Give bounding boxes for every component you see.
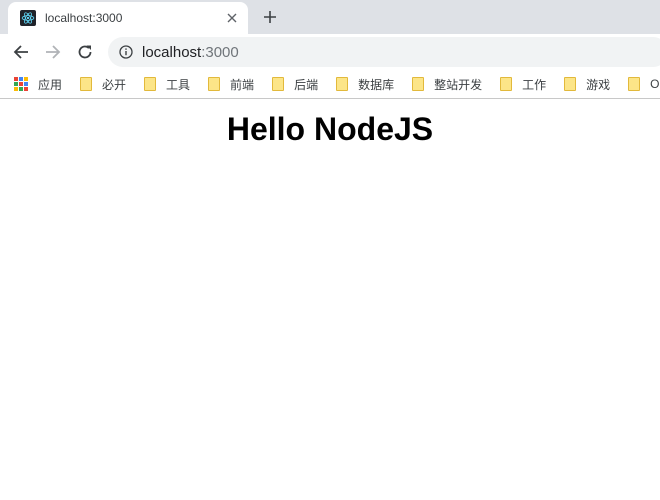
arrow-right-icon [46,45,61,59]
page-content: Hello NodeJS [0,99,660,148]
bookmark-folder[interactable]: 游戏 [564,76,610,93]
arrow-left-icon [13,45,28,59]
react-icon [20,10,36,26]
bookmark-label: 游戏 [586,77,611,92]
bookmark-label: 应用 [38,77,63,92]
forward-button[interactable] [39,38,67,66]
bookmark-folder[interactable]: 数据库 [336,76,394,93]
bookmark-folder[interactable]: O [628,77,659,91]
bookmark-apps[interactable]: 应用 [14,76,62,93]
folder-icon [272,77,285,91]
apps-grid-icon [14,77,28,91]
info-icon[interactable] [118,44,134,60]
bookmark-label: 工作 [522,77,547,92]
folder-icon [412,77,425,91]
browser-tab[interactable]: localhost:3000 [8,2,248,34]
bookmark-label: O [650,77,660,91]
close-icon[interactable] [224,10,240,26]
bookmark-folder[interactable]: 前端 [208,76,254,93]
bookmark-label: 工具 [166,77,191,92]
folder-icon [628,77,641,91]
browser-chrome: localhost:3000 localhost:3000 应用 必开 工具 … [0,0,660,99]
bookmark-folder[interactable]: 工具 [144,76,190,93]
address-bar[interactable]: localhost:3000 [108,37,660,67]
folder-icon [208,77,221,91]
toolbar: localhost:3000 [0,34,660,70]
new-tab-button[interactable] [258,5,282,29]
bookmarks-bar: 应用 必开 工具 前端 后端 数据库 整站开发 工作 游戏 O [0,70,660,99]
folder-icon [336,77,349,91]
bookmark-label: 必开 [102,77,127,92]
url-port: :3000 [201,43,239,61]
bookmark-folder[interactable]: 整站开发 [412,76,482,93]
folder-icon [144,77,157,91]
bookmark-folder[interactable]: 工作 [500,76,546,93]
reload-icon [78,45,92,59]
back-button[interactable] [7,38,35,66]
bookmark-folder[interactable]: 后端 [272,76,318,93]
bookmark-label: 前端 [230,77,255,92]
tab-strip: localhost:3000 [0,0,660,34]
bookmark-folder[interactable]: 必开 [80,76,126,93]
plus-icon [264,11,276,23]
bookmark-label: 数据库 [358,77,395,92]
folder-icon [500,77,513,91]
url-host: localhost [142,43,202,61]
reload-button[interactable] [71,38,99,66]
tab-title: localhost:3000 [45,11,123,25]
folder-icon [564,77,577,91]
folder-icon [80,77,93,91]
bookmark-label: 整站开发 [434,77,483,92]
page-heading: Hello NodeJS [226,111,434,147]
bookmark-label: 后端 [294,77,319,92]
